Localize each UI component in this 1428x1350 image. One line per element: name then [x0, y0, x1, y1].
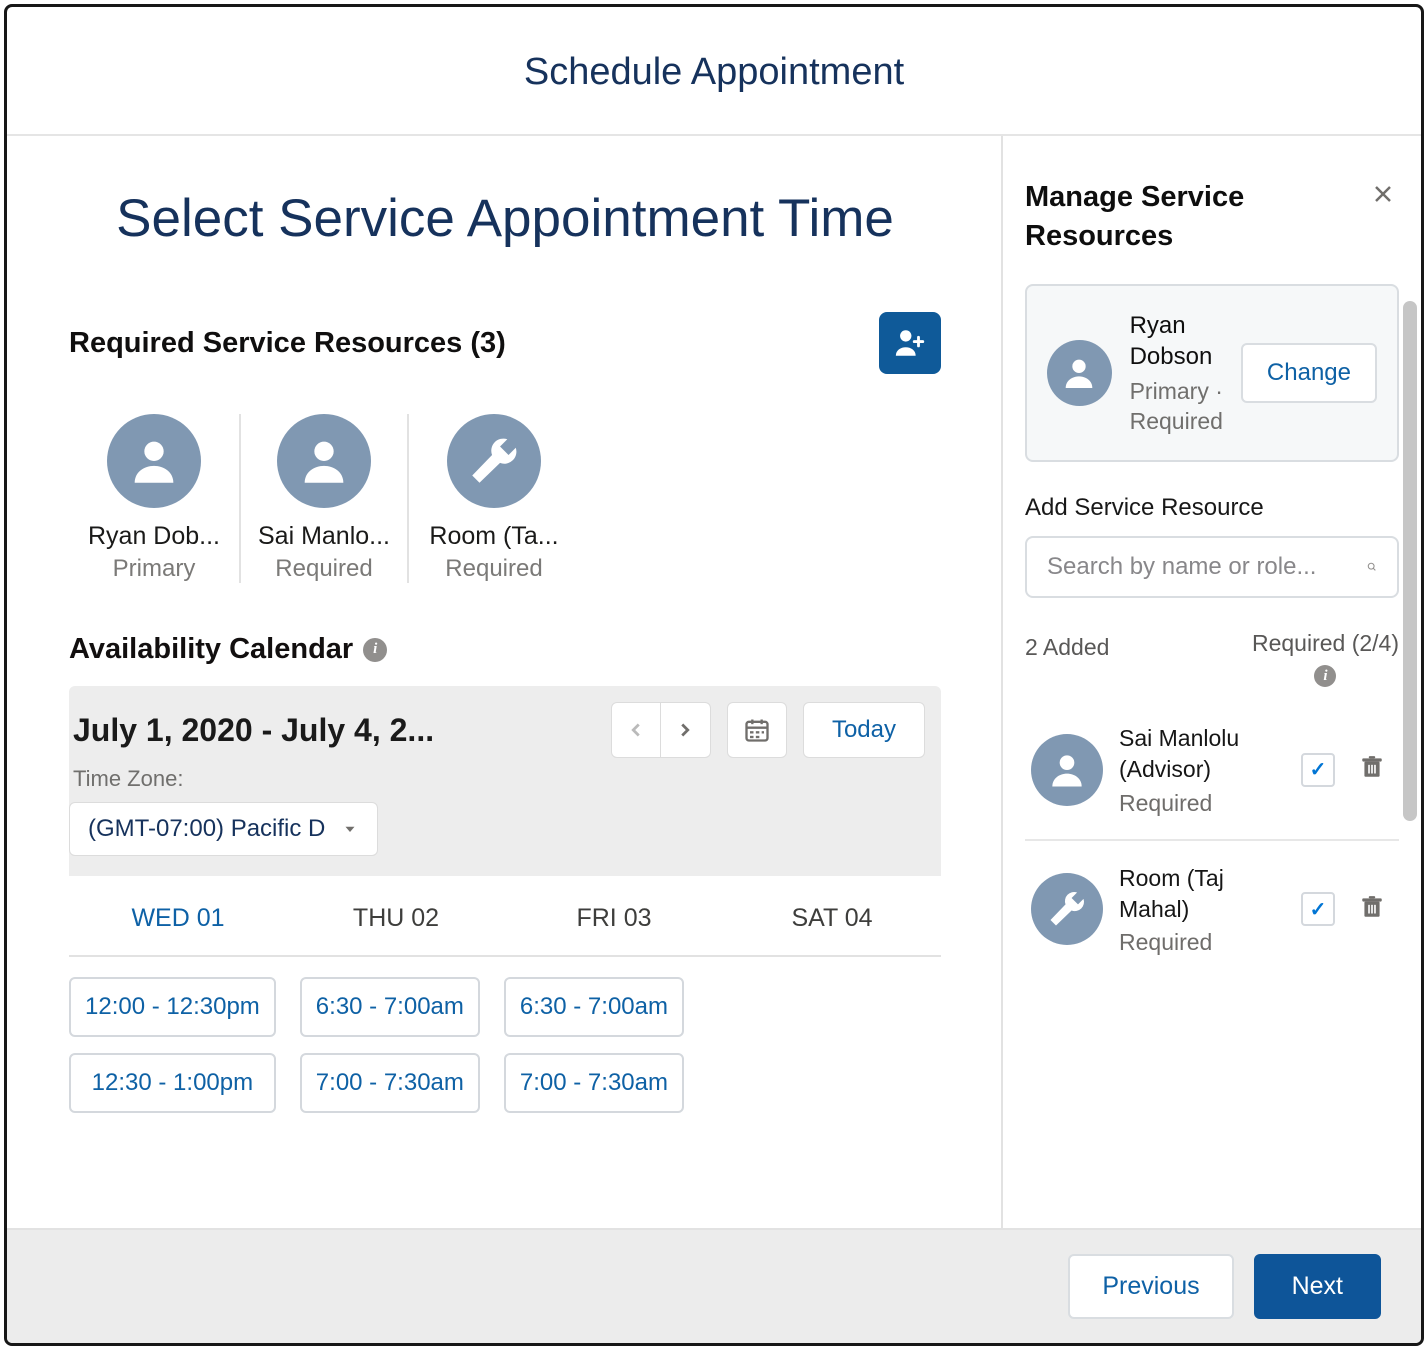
time-slot[interactable]: 12:00 - 12:30pm [69, 977, 276, 1037]
delete-resource-button[interactable] [1351, 894, 1393, 925]
modal-title: Schedule Appointment [7, 51, 1421, 94]
day-tab[interactable]: WED 01 [69, 890, 287, 947]
chevron-right-icon [674, 719, 696, 741]
resource-name: Sai Manlo... [249, 522, 399, 551]
previous-button[interactable]: Previous [1068, 1254, 1233, 1319]
next-week-button[interactable] [661, 702, 711, 758]
trash-icon [1359, 894, 1385, 920]
resource-role: Required [417, 555, 571, 583]
page-title: Select Service Appointment Time [69, 186, 941, 252]
resource-role: Primary [77, 555, 231, 583]
add-resource-label: Add Service Resource [1025, 494, 1399, 522]
resource-name: Ryan Dob... [77, 522, 231, 551]
primary-resource-name: Ryan Dobson [1130, 310, 1223, 372]
primary-resource-card: Ryan Dobson Primary · Required Change [1025, 284, 1399, 462]
avatar [1047, 340, 1112, 406]
time-slot[interactable]: 12:30 - 1:00pm [69, 1053, 276, 1113]
search-icon [1367, 554, 1377, 580]
person-icon [1045, 748, 1089, 792]
resource-card: Sai Manlo... Required [239, 414, 409, 583]
resource-role: Required [1119, 790, 1285, 817]
time-slot[interactable]: 6:30 - 7:00am [300, 977, 480, 1037]
change-primary-button[interactable]: Change [1241, 343, 1377, 403]
resource-role: Required [1119, 929, 1285, 956]
required-resources-label: Required Service Resources (3) [69, 327, 506, 360]
trash-icon [1359, 754, 1385, 780]
resource-name: Room (Taj Mahal) [1119, 863, 1285, 925]
calendar-icon [743, 716, 771, 744]
added-resource-item: Room (Taj Mahal) Required ✓ [1025, 841, 1399, 978]
calendar-label: Availability Calendar [69, 633, 353, 666]
primary-resource-role: Primary · Required [1130, 377, 1223, 437]
wrench-icon [1045, 887, 1089, 931]
avatar [1031, 734, 1103, 806]
person-plus-icon [893, 326, 927, 360]
required-checkbox[interactable]: ✓ [1301, 892, 1335, 926]
required-count: Required (2/4) [1252, 630, 1399, 657]
avatar [277, 414, 371, 508]
added-count: 2 Added [1025, 630, 1109, 661]
avatar [1031, 873, 1103, 945]
wrench-icon [465, 432, 523, 490]
avatar [107, 414, 201, 508]
day-tab[interactable]: THU 02 [287, 890, 505, 947]
prev-week-button[interactable] [611, 702, 661, 758]
panel-title: Manage Service Resources [1025, 178, 1367, 256]
time-slot[interactable]: 7:00 - 7:30am [504, 1053, 684, 1113]
avatar [447, 414, 541, 508]
datepicker-button[interactable] [727, 702, 787, 758]
search-container[interactable] [1025, 536, 1399, 598]
resource-card: Ryan Dob... Primary [69, 414, 239, 583]
person-icon [1059, 353, 1099, 393]
resource-name: Sai Manlolu (Advisor) [1119, 723, 1285, 785]
person-icon [295, 432, 353, 490]
resource-card: Room (Ta... Required [409, 414, 579, 583]
resource-name: Room (Ta... [417, 522, 571, 551]
day-tab[interactable]: FRI 03 [505, 890, 723, 947]
panel-close-button[interactable] [1367, 178, 1399, 216]
required-checkbox[interactable]: ✓ [1301, 753, 1335, 787]
close-icon [1371, 182, 1395, 206]
day-tab[interactable]: SAT 04 [723, 890, 941, 947]
info-icon[interactable]: i [363, 638, 387, 662]
timezone-value: (GMT-07:00) Pacific D [88, 815, 325, 843]
added-resource-item: Sai Manlolu (Advisor) Required ✓ [1025, 701, 1399, 840]
date-range: July 1, 2020 - July 4, 2... [69, 712, 595, 749]
scrollbar[interactable] [1403, 301, 1417, 821]
add-resource-button[interactable] [879, 312, 941, 374]
time-slot[interactable]: 6:30 - 7:00am [504, 977, 684, 1037]
delete-resource-button[interactable] [1351, 754, 1393, 785]
search-input[interactable] [1047, 553, 1357, 581]
chevron-left-icon [625, 719, 647, 741]
info-icon[interactable]: i [1314, 665, 1336, 687]
next-button[interactable]: Next [1254, 1254, 1381, 1319]
timezone-select[interactable]: (GMT-07:00) Pacific D [69, 802, 378, 856]
resource-role: Required [249, 555, 399, 583]
timezone-label: Time Zone: [69, 766, 925, 792]
person-icon [125, 432, 183, 490]
today-button[interactable]: Today [803, 702, 925, 758]
caret-down-icon [341, 820, 359, 838]
time-slot[interactable]: 7:00 - 7:30am [300, 1053, 480, 1113]
